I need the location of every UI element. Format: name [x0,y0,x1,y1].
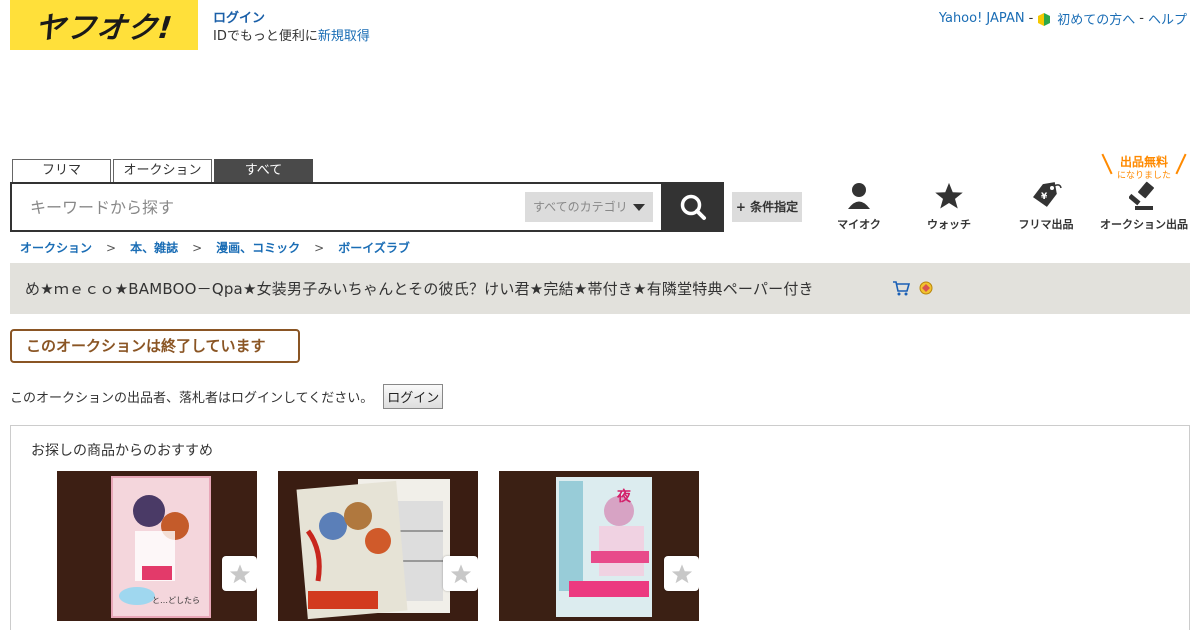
free-listing-tag: 出品無料 になりました [1101,151,1187,181]
nav-flea-listing[interactable]: ¥ フリマ出品 [1012,180,1080,232]
svg-text:¥: ¥ [1041,192,1048,202]
breadcrumb: オークション > 本、雑誌 > 漫画、コミック > ボーイズラブ [20,239,410,256]
watch-button[interactable] [222,556,257,591]
signup-link[interactable]: 新規取得 [318,29,370,44]
chevron-down-icon [633,204,645,211]
login-box: ログイン IDでもっと便利に新規取得 [213,10,370,46]
star-icon [229,563,250,583]
nav-auction-listing[interactable]: オークション出品 [1098,180,1190,232]
top-links: Yahoo! JAPAN - 初めての方へ - ヘルプ [938,9,1187,28]
tab-auction[interactable]: オークション [113,159,212,183]
breadcrumb-comics[interactable]: 漫画、コミック [216,239,300,256]
cart-icon [893,281,910,296]
tab-flea[interactable]: フリマ [12,159,111,183]
tab-all[interactable]: すべて [214,159,313,183]
category-select[interactable]: すべてのカテゴリ [525,192,653,222]
item-title-bar: め★ｍｅｃｏ★BAMBOO－Qpa★女装男子みいちゃんとその彼氏？けい君★完結★… [10,263,1190,314]
star-icon [671,563,692,583]
yahuoku-logo[interactable]: ヤフオク! [10,0,198,50]
watch-button[interactable] [664,556,699,591]
first-time-link[interactable]: 初めての方へ [1057,9,1135,28]
star-icon [935,182,963,209]
price-tag-icon: ¥ [1033,182,1062,207]
signup-prefix: IDでもっと便利に [213,29,318,44]
item-title: め★ｍｅｃｏ★BAMBOO－Qpa★女装男子みいちゃんとその彼氏？けい君★完結★… [25,280,814,298]
star-icon [450,563,471,583]
yahoo-japan-link[interactable]: Yahoo! JAPAN [939,11,1025,26]
notice-login-button[interactable]: ログイン [383,384,444,409]
gavel-icon [1129,181,1154,210]
nav-myauction[interactable]: マイオク [832,180,886,232]
breadcrumb-bl[interactable]: ボーイズラブ [338,239,410,256]
search-input[interactable] [30,194,510,220]
search-tabs: フリマ オークション すべて [12,159,313,183]
watch-button[interactable] [443,556,478,591]
breadcrumb-auction[interactable]: オークション [20,239,92,256]
login-notice: このオークションの出品者、落札者はログインしてください。 ログイン [10,384,444,409]
login-link[interactable]: ログイン [213,11,265,26]
search-button[interactable] [662,182,724,232]
nav-watch[interactable]: ウォッチ [920,180,978,232]
product-image: と…どしたら [57,471,257,621]
breadcrumb-books[interactable]: 本、雑誌 [130,239,178,256]
search-box: すべてのカテゴリ [10,182,663,232]
svg-text:と…どしたら: と…どしたら [152,596,200,605]
product-image [278,471,478,621]
user-icon [848,183,870,209]
recommend-item[interactable]: と…どしたら [57,471,257,621]
svg-text:夜: 夜 [616,488,632,505]
product-image: 夜 [499,471,699,621]
condition-button[interactable]: + 条件指定 [732,192,802,222]
recommendations: お探しの商品からのおすすめ と…どしたら 夜 [10,425,1190,630]
recommend-title: お探しの商品からのおすすめ [31,443,213,459]
recommend-item[interactable] [278,471,478,621]
auction-ended-banner: このオークションは終了しています [10,329,300,363]
search-icon [680,194,706,220]
badge-icon [919,281,933,295]
recommend-item[interactable]: 夜 [499,471,699,621]
help-link[interactable]: ヘルプ [1148,9,1187,28]
beginner-leaf-icon [1037,11,1051,27]
